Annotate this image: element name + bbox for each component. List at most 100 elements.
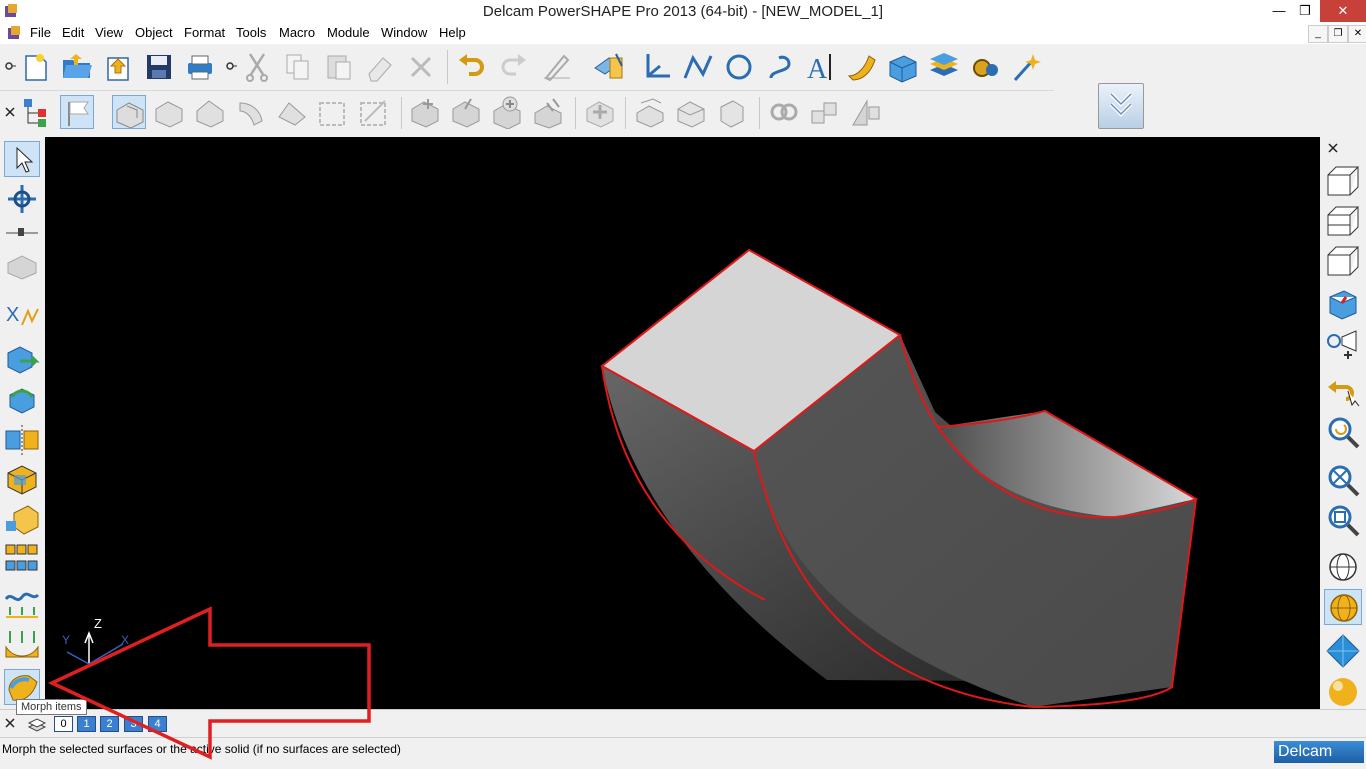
- view-top-icon[interactable]: [1324, 243, 1362, 279]
- menu-window[interactable]: Window: [381, 25, 427, 40]
- workplane-icon[interactable]: [640, 50, 674, 84]
- curve-icon[interactable]: [763, 50, 797, 84]
- redo-icon[interactable]: [496, 50, 530, 84]
- cut-icon[interactable]: [240, 50, 274, 84]
- surfaces-icon[interactable]: [592, 50, 626, 84]
- mdi-close-button[interactable]: ✕: [1348, 25, 1366, 43]
- camera-view-icon[interactable]: [1324, 327, 1362, 363]
- level-0[interactable]: 0: [54, 716, 73, 732]
- menu-format[interactable]: Format: [184, 25, 225, 40]
- solid-extrude-icon[interactable]: [674, 95, 708, 129]
- blocks-grid-icon[interactable]: [4, 541, 40, 577]
- close-button[interactable]: ✕: [1320, 0, 1366, 22]
- menu-edit[interactable]: Edit: [62, 25, 84, 40]
- viewport-3d[interactable]: Z Y X: [45, 137, 1320, 709]
- pin-icon[interactable]: [2, 56, 16, 76]
- solid-split-icon[interactable]: [633, 95, 667, 129]
- undo-icon[interactable]: [455, 50, 489, 84]
- solid-feature-icon[interactable]: [849, 95, 883, 129]
- xy-curve-icon[interactable]: X: [4, 297, 40, 333]
- pin-icon[interactable]: [223, 56, 237, 76]
- tree-icon[interactable]: [20, 95, 54, 129]
- maximize-button[interactable]: ❐: [1290, 0, 1320, 22]
- menu-view[interactable]: View: [95, 25, 123, 40]
- solid-group-icon[interactable]: [808, 95, 842, 129]
- yellow-box-icon[interactable]: [4, 501, 40, 537]
- solid-chamfer-icon[interactable]: [234, 95, 268, 129]
- solid-fillet-icon[interactable]: [193, 95, 227, 129]
- solid-offset-icon[interactable]: [357, 95, 391, 129]
- flag-icon[interactable]: [60, 95, 94, 129]
- menu-file[interactable]: File: [30, 25, 51, 40]
- feature-gear-icon[interactable]: [968, 50, 1002, 84]
- line-icon[interactable]: [681, 50, 715, 84]
- solid-draft-icon[interactable]: [316, 95, 350, 129]
- level-4[interactable]: 4: [148, 716, 167, 732]
- view-iso-icon[interactable]: [1324, 163, 1362, 199]
- solid-boolean-plus-icon[interactable]: [490, 95, 524, 130]
- export-icon[interactable]: [4, 341, 40, 377]
- surface-patch-icon[interactable]: [845, 50, 879, 84]
- level-3[interactable]: 3: [124, 716, 143, 732]
- solid-box-icon[interactable]: [886, 50, 920, 84]
- undo-view-icon[interactable]: [1324, 373, 1362, 409]
- diamond-view-icon[interactable]: [1324, 633, 1362, 669]
- expand-toolbar-button[interactable]: [1098, 83, 1144, 129]
- solid-block-icon[interactable]: [4, 249, 40, 285]
- level-1[interactable]: 1: [77, 716, 96, 732]
- document-icon[interactable]: [6, 25, 22, 41]
- eraser-icon[interactable]: [363, 50, 397, 84]
- menu-module[interactable]: Module: [327, 25, 370, 40]
- gold-sphere-icon[interactable]: [1324, 673, 1362, 709]
- solid-cut-icon[interactable]: [152, 95, 186, 129]
- delete-icon[interactable]: [404, 50, 438, 84]
- circle-icon[interactable]: [722, 50, 756, 84]
- select-arrow-icon[interactable]: [4, 141, 40, 177]
- solid-plus-icon[interactable]: [583, 95, 617, 129]
- edit-pen-icon[interactable]: [540, 50, 574, 84]
- print-icon[interactable]: [183, 50, 217, 84]
- solid-cap-icon[interactable]: [715, 95, 749, 129]
- solid-shell-icon[interactable]: [275, 95, 309, 129]
- zoom-box-icon[interactable]: [1324, 501, 1362, 537]
- zoom-fit-icon[interactable]: [1324, 461, 1362, 497]
- text-icon[interactable]: A: [804, 50, 838, 85]
- import-icon[interactable]: [101, 50, 135, 84]
- solid-layers-icon[interactable]: [927, 50, 961, 84]
- new-file-icon[interactable]: [18, 50, 52, 84]
- projection-icon[interactable]: [4, 627, 40, 663]
- pin-icon[interactable]: [4, 223, 40, 243]
- box-icon[interactable]: [4, 461, 40, 497]
- transform-icon[interactable]: [4, 181, 40, 217]
- wizard-icon[interactable]: [1009, 50, 1043, 84]
- close-icon[interactable]: [3, 105, 17, 119]
- wave-icon[interactable]: [4, 585, 40, 621]
- copy-icon[interactable]: [281, 50, 315, 84]
- menu-help[interactable]: Help: [439, 25, 466, 40]
- solid-replace-icon[interactable]: [767, 95, 801, 129]
- mirror-icon[interactable]: [4, 421, 40, 457]
- level-2[interactable]: 2: [100, 716, 119, 732]
- save-icon[interactable]: [142, 50, 176, 84]
- zoom-refresh-icon[interactable]: [1324, 413, 1362, 449]
- rotate-icon[interactable]: [4, 381, 40, 417]
- solid-icon[interactable]: [112, 95, 146, 129]
- mdi-minimize-button[interactable]: _: [1308, 25, 1328, 43]
- mdi-restore-button[interactable]: ❐: [1328, 25, 1348, 43]
- solid-boolean-sub-icon[interactable]: [449, 95, 483, 129]
- view-red-cube-icon[interactable]: [1324, 287, 1362, 323]
- close-icon[interactable]: [1326, 141, 1340, 155]
- wireframe-globe-icon[interactable]: [1324, 549, 1362, 585]
- menu-object[interactable]: Object: [135, 25, 173, 40]
- menu-macro[interactable]: Macro: [279, 25, 315, 40]
- solid-pattern-icon[interactable]: [531, 95, 565, 129]
- view-front-icon[interactable]: [1324, 203, 1362, 239]
- open-folder-icon[interactable]: [60, 50, 94, 84]
- solid-boolean-add-icon[interactable]: [408, 95, 442, 129]
- menu-tools[interactable]: Tools: [236, 25, 266, 40]
- shaded-sphere-icon[interactable]: [1324, 589, 1362, 625]
- paste-icon[interactable]: [322, 50, 356, 84]
- close-icon[interactable]: [4, 717, 16, 729]
- level-layers-icon[interactable]: [27, 713, 47, 733]
- morph-solid-model[interactable]: [600, 248, 1199, 709]
